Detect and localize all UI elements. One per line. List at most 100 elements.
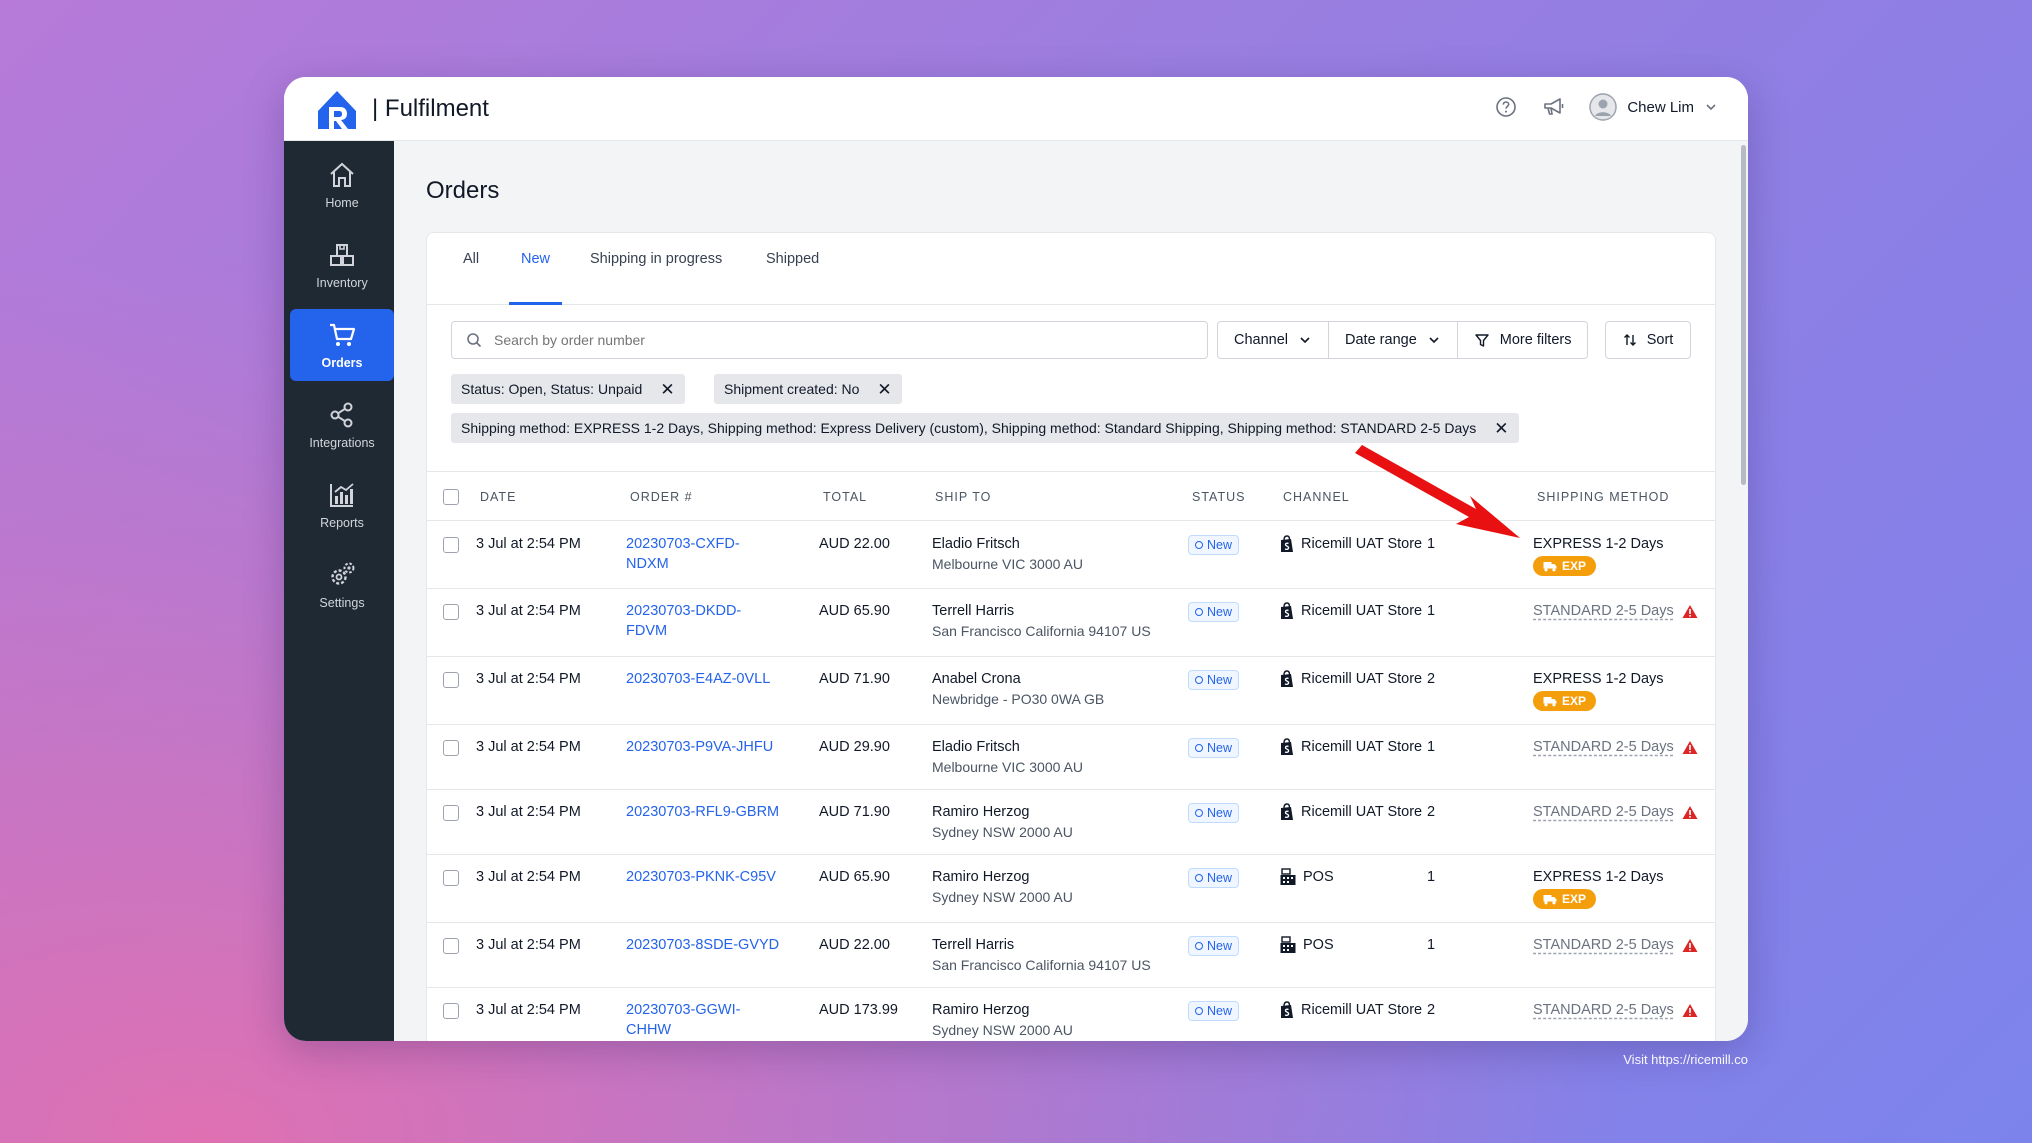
search-input[interactable] bbox=[494, 332, 1174, 348]
footer-link[interactable]: Visit https://ricemill.co bbox=[1623, 1052, 1748, 1067]
ricemill-logo[interactable] bbox=[314, 89, 360, 131]
customer-name: Eladio Fritsch bbox=[932, 739, 1020, 755]
chevron-down-icon bbox=[1706, 104, 1716, 111]
shipping-method-text[interactable]: STANDARD 2-5 Days bbox=[1533, 603, 1674, 619]
row-checkbox[interactable] bbox=[443, 870, 459, 886]
status-badge: New bbox=[1188, 936, 1240, 956]
order-date: 3 Jul at 2:54 PM bbox=[476, 536, 581, 552]
channel-name: Ricemill UAT Store bbox=[1301, 536, 1423, 552]
express-badge: EXP bbox=[1533, 556, 1597, 576]
table-row[interactable]: 3 Jul at 2:54 PM 20230703-PKNK-C95V AUD 65… bbox=[427, 855, 1715, 923]
col-date[interactable]: DATE bbox=[480, 490, 516, 504]
order-number-link[interactable]: 20230703-E4AZ-0VLL bbox=[626, 669, 770, 689]
order-number-link[interactable]: 20230703-CXFD- NDXM bbox=[626, 534, 740, 574]
item-quantity: 1 bbox=[1427, 739, 1436, 755]
order-number-part: FDVM bbox=[626, 623, 668, 639]
order-number-link[interactable]: 20230703-DKDD- FDVM bbox=[626, 601, 741, 641]
col-shipping-method[interactable]: SHIPPING METHOD bbox=[1537, 490, 1669, 504]
order-number-link[interactable]: 20230703-8SDE-GVYD bbox=[626, 935, 779, 955]
shipping-method: STANDARD 2-5 Days bbox=[1533, 935, 1698, 955]
order-number-link[interactable]: 20230703-P9VA-JHFU bbox=[626, 737, 773, 757]
status-badge: New bbox=[1188, 738, 1240, 758]
row-checkbox[interactable] bbox=[443, 740, 459, 756]
chip-label: Shipment created: No bbox=[724, 381, 860, 397]
search-bar[interactable] bbox=[451, 321, 1208, 359]
row-checkbox[interactable] bbox=[443, 604, 459, 620]
col-total[interactable]: TOTAL bbox=[823, 490, 867, 504]
table-row[interactable]: 3 Jul at 2:54 PM 20230703-E4AZ-0VLL AUD 71… bbox=[427, 657, 1715, 725]
close-icon[interactable]: ✕ bbox=[1494, 420, 1508, 437]
scrollbar[interactable] bbox=[1741, 145, 1746, 485]
megaphone-icon[interactable] bbox=[1541, 94, 1567, 120]
user-name: Chew Lim bbox=[1627, 98, 1694, 116]
close-icon[interactable]: ✕ bbox=[660, 381, 674, 398]
col-channel[interactable]: CHANNEL bbox=[1283, 490, 1350, 504]
row-checkbox[interactable] bbox=[443, 805, 459, 821]
table-row[interactable]: 3 Jul at 2:54 PM 20230703-8SDE-GVYD AUD 22… bbox=[427, 923, 1715, 988]
channel-name: Ricemill UAT Store bbox=[1301, 603, 1423, 619]
sidebar-item-integrations[interactable]: Integrations bbox=[290, 389, 394, 461]
user-menu[interactable]: Chew Lim bbox=[1589, 93, 1718, 121]
shopify-icon bbox=[1281, 670, 1293, 687]
shipping-method: EXPRESS 1-2 Days EXP bbox=[1533, 534, 1664, 578]
table-row[interactable]: 3 Jul at 2:54 PM 20230703-P9VA-JHFU AUD 29… bbox=[427, 725, 1715, 790]
tab-new[interactable]: New bbox=[509, 251, 563, 305]
truck-icon bbox=[1543, 561, 1557, 571]
status-label: New bbox=[1207, 741, 1233, 755]
col-ship-to[interactable]: SHIP TO bbox=[935, 490, 991, 504]
table-row[interactable]: 3 Jul at 2:54 PM 20230703-RFL9-GBRM AUD 71… bbox=[427, 790, 1715, 855]
chart-icon bbox=[330, 483, 354, 507]
col-order[interactable]: ORDER # bbox=[630, 490, 693, 504]
warning-icon[interactable] bbox=[1682, 1003, 1698, 1018]
table-row[interactable]: 3 Jul at 2:54 PM 20230703-CXFD- NDXM AUD 22… bbox=[427, 522, 1715, 589]
warning-icon[interactable] bbox=[1682, 604, 1698, 619]
sort-button[interactable]: Sort bbox=[1605, 321, 1691, 359]
table-row[interactable]: 3 Jul at 2:54 PM 20230703-GGWI- CHHW AUD 17… bbox=[427, 988, 1715, 1041]
status-label: New bbox=[1207, 939, 1233, 953]
date-range-filter[interactable]: Date range bbox=[1329, 322, 1458, 358]
sidebar-item-reports[interactable]: Reports bbox=[290, 469, 394, 541]
express-badge-label: EXP bbox=[1562, 892, 1587, 906]
warning-icon[interactable] bbox=[1682, 805, 1698, 820]
col-status[interactable]: STATUS bbox=[1192, 490, 1245, 504]
order-total: AUD 22.00 bbox=[819, 937, 890, 953]
ship-to: Eladio Fritsch Melbourne VIC 3000 AU bbox=[932, 737, 1083, 777]
row-checkbox[interactable] bbox=[443, 938, 459, 954]
order-number-link[interactable]: 20230703-RFL9-GBRM bbox=[626, 802, 779, 822]
order-number-link[interactable]: 20230703-PKNK-C95V bbox=[626, 867, 776, 887]
row-checkbox[interactable] bbox=[443, 537, 459, 553]
channel-filter[interactable]: Channel bbox=[1218, 322, 1330, 358]
customer-address: Newbridge - PO30 0WA GB bbox=[932, 691, 1105, 707]
table-row[interactable]: 3 Jul at 2:54 PM 20230703-DKDD- FDVM AUD 65… bbox=[427, 589, 1715, 657]
status-dot-icon bbox=[1195, 608, 1203, 616]
tab-shipping-in-progress[interactable]: Shipping in progress bbox=[588, 251, 724, 305]
tab-all[interactable]: All bbox=[461, 251, 481, 305]
shipping-method-text[interactable]: STANDARD 2-5 Days bbox=[1533, 739, 1674, 755]
tab-shipped[interactable]: Shipped bbox=[764, 251, 821, 305]
sidebar-item-orders[interactable]: Orders bbox=[290, 309, 394, 381]
shipping-method-text: EXPRESS 1-2 Days bbox=[1533, 536, 1664, 552]
select-all-checkbox[interactable] bbox=[443, 489, 459, 505]
item-quantity: 2 bbox=[1427, 671, 1436, 687]
shipping-method-text[interactable]: STANDARD 2-5 Days bbox=[1533, 1002, 1674, 1018]
row-checkbox[interactable] bbox=[443, 1003, 459, 1019]
gear-icon bbox=[331, 562, 355, 585]
close-icon[interactable]: ✕ bbox=[877, 381, 891, 398]
shipping-method-text[interactable]: STANDARD 2-5 Days bbox=[1533, 804, 1674, 820]
order-total: AUD 71.90 bbox=[819, 804, 890, 820]
sidebar-item-home[interactable]: Home bbox=[290, 149, 394, 221]
customer-name: Terrell Harris bbox=[932, 937, 1015, 953]
row-checkbox[interactable] bbox=[443, 672, 459, 688]
sidebar-item-inventory[interactable]: Inventory bbox=[290, 229, 394, 301]
shipping-method-text[interactable]: STANDARD 2-5 Days bbox=[1533, 937, 1674, 953]
help-icon[interactable] bbox=[1493, 94, 1519, 120]
warning-icon[interactable] bbox=[1682, 740, 1698, 755]
order-total: AUD 65.90 bbox=[819, 603, 890, 619]
customer-address: Melbourne VIC 3000 AU bbox=[932, 759, 1083, 775]
sidebar-item-settings[interactable]: Settings bbox=[290, 549, 394, 621]
order-number-link[interactable]: 20230703-GGWI- CHHW bbox=[626, 1000, 740, 1040]
page-title: Orders bbox=[426, 177, 500, 204]
warning-icon[interactable] bbox=[1682, 938, 1698, 953]
more-filters-button[interactable]: More filters bbox=[1458, 322, 1588, 358]
item-quantity: 1 bbox=[1427, 937, 1436, 953]
